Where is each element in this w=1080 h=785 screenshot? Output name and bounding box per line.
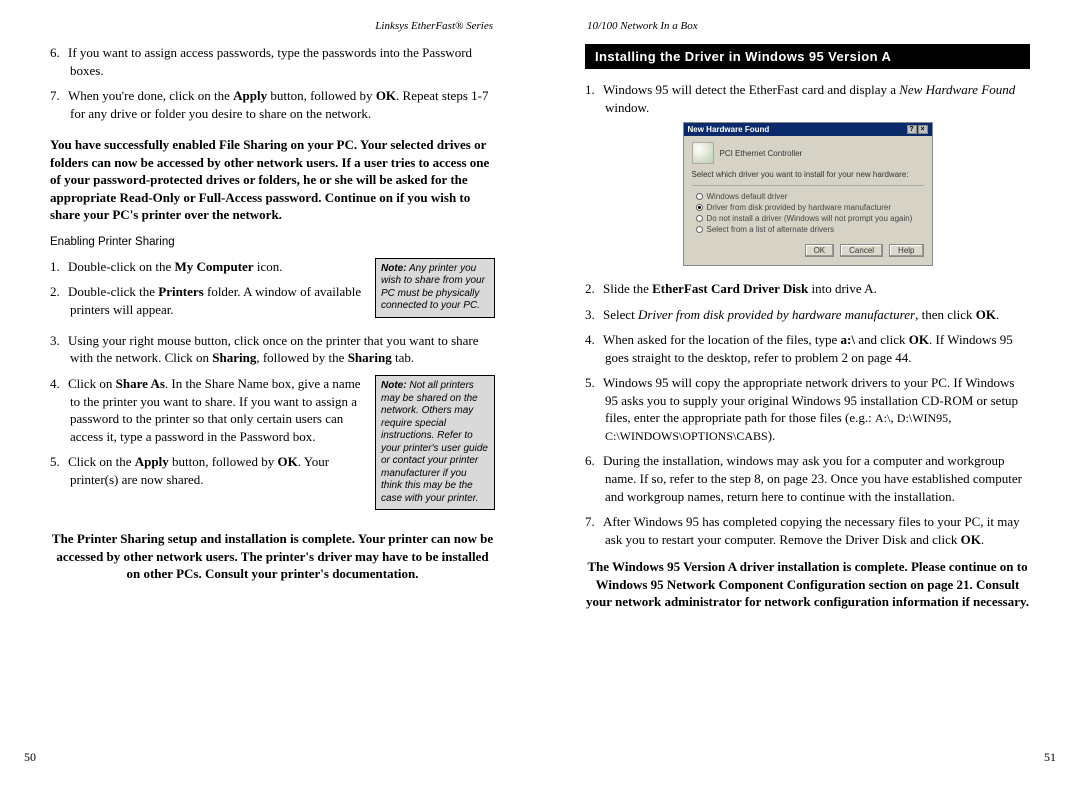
section-bar: Installing the Driver in Windows 95 Vers… xyxy=(585,44,1030,69)
printer-step-3: 3.Using your right mouse button, click o… xyxy=(50,332,495,367)
new-hardware-found-dialog: New Hardware Found ? × PCI Ethernet Cont… xyxy=(683,122,933,266)
dialog-help-icon[interactable]: ? xyxy=(907,125,917,134)
dialog-prompt: Select which driver you want to install … xyxy=(692,170,924,179)
printer-steps-group-1: Note: Any printer you wish to share from… xyxy=(50,258,495,324)
radio-select-from-list[interactable]: Select from a list of alternate drivers xyxy=(696,225,924,234)
right-step-6: 6.During the installation, windows may a… xyxy=(585,452,1030,505)
left-page-number: 50 xyxy=(24,750,36,765)
file-sharing-complete-block: You have successfully enabled File Shari… xyxy=(50,136,495,224)
printer-sharing-complete-block: The Printer Sharing setup and installati… xyxy=(50,530,495,583)
step-7: 7.When you're done, click on the Apply b… xyxy=(50,87,495,122)
dialog-titlebar: New Hardware Found ? × xyxy=(684,123,932,136)
right-step-3: 3.Select Driver from disk provided by ha… xyxy=(585,306,1030,324)
right-step-2: 2.Slide the EtherFast Card Driver Disk i… xyxy=(585,280,1030,298)
note-box-1: Note: Any printer you wish to share from… xyxy=(375,258,495,318)
left-header: Linksys EtherFast® Series xyxy=(50,20,495,32)
right-step-4: 4.When asked for the location of the fil… xyxy=(585,331,1030,366)
right-page: 10/100 Network In a Box Installing the D… xyxy=(540,0,1080,785)
left-page: Linksys EtherFast® Series 6.If you want … xyxy=(0,0,540,785)
radio-driver-from-disk[interactable]: Driver from disk provided by hardware ma… xyxy=(696,203,924,212)
right-step-1: 1.Windows 95 will detect the EtherFast c… xyxy=(585,81,1030,116)
right-step-7: 7.After Windows 95 has completed copying… xyxy=(585,513,1030,548)
note-box-2: Note: Not all printers may be shared on … xyxy=(375,375,495,510)
right-page-number: 51 xyxy=(1044,750,1056,765)
final-bold-block: The Windows 95 Version A driver installa… xyxy=(585,558,1030,611)
dialog-ok-button[interactable]: OK xyxy=(805,244,835,257)
dialog-close-icon[interactable]: × xyxy=(918,125,928,134)
step-6: 6.If you want to assign access passwords… xyxy=(50,44,495,79)
hardware-icon xyxy=(692,142,714,164)
dialog-cancel-button[interactable]: Cancel xyxy=(840,244,883,257)
radio-do-not-install[interactable]: Do not install a driver (Windows will no… xyxy=(696,214,924,223)
dialog-help-button[interactable]: Help xyxy=(889,244,923,257)
right-step-5: 5.Windows 95 will copy the appropriate n… xyxy=(585,374,1030,444)
radio-default-driver[interactable]: Windows default driver xyxy=(696,192,924,201)
right-header: 10/100 Network In a Box xyxy=(585,20,1030,32)
printer-steps-group-2: Note: Not all printers may be shared on … xyxy=(50,375,495,516)
subheading-printer-sharing: Enabling Printer Sharing xyxy=(50,236,495,248)
hardware-name: PCI Ethernet Controller xyxy=(720,149,803,158)
